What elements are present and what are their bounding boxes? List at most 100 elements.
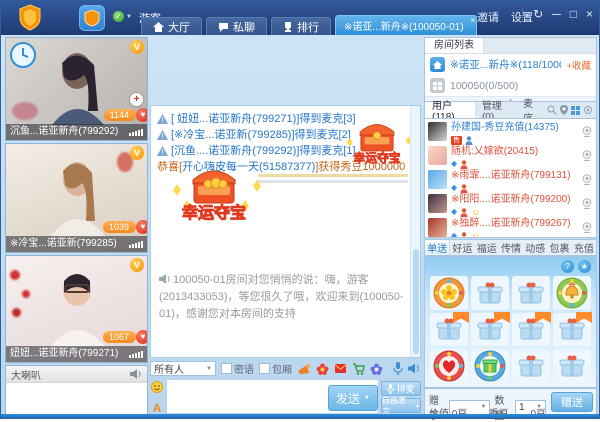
online-status[interactable]: ✓ ▼ (113, 11, 132, 22)
gift-item-box-discount[interactable] (553, 313, 591, 347)
heart-badge: ♥ (136, 220, 148, 234)
streamer-name-bar: ※冷宝...诺亚新(799285) (6, 236, 147, 252)
video-panel-1[interactable]: V + 1144 ♥ 沉鱼...诺亚新舟(799292) (5, 37, 148, 141)
flower-gift-icon[interactable] (316, 363, 329, 375)
video-panel-2[interactable]: V 1039 ♥ ※冷宝...诺亚新(799285) (5, 143, 148, 253)
camera-icon[interactable] (581, 126, 593, 137)
speaker-icon[interactable] (130, 369, 142, 379)
gift-footer: 赠予 ▼ 数量 1▼ 价值 0豆 秀豆 0豆 赠送 (424, 388, 597, 415)
gift-tab-motion[interactable]: 动感 (523, 240, 547, 255)
invite-button[interactable]: 邀请 (477, 9, 499, 25)
room-row-current[interactable]: ※诺亚...新舟※(118/1000) +收藏 (425, 54, 596, 75)
gift-item-bell-medal[interactable] (553, 276, 591, 310)
user-row[interactable]: ※雨霏....诺亚新舟(799131) ◆ (425, 167, 596, 191)
search-icon[interactable] (547, 105, 557, 115)
trophy-icon (283, 22, 293, 32)
user-row[interactable]: ※独醉....诺亚新舟(799267) ◆ ☺ (425, 215, 596, 238)
gift-tab-package[interactable]: 包裹 (547, 240, 571, 255)
settings-gear-icon[interactable] (583, 105, 593, 115)
decor-line (258, 180, 408, 183)
signal-bars-icon (129, 128, 143, 136)
user-row[interactable]: 孙建国-秀豆充值(14375) 售 (425, 119, 596, 143)
camera-icon[interactable] (581, 222, 593, 233)
gift-item-box-discount[interactable] (512, 313, 550, 347)
gift-send-button[interactable]: 赠送 (551, 392, 593, 412)
hot-tag-icon (453, 312, 469, 323)
scrollbar-thumb[interactable] (413, 249, 419, 354)
warning-icon: ! (157, 130, 168, 140)
svg-text:!: ! (161, 116, 163, 124)
emoji-icon[interactable] (151, 381, 163, 393)
microphone-icon[interactable] (393, 362, 403, 375)
camera-icon[interactable] (581, 174, 593, 185)
gift-item-box[interactable] (512, 349, 550, 383)
tab-lobby[interactable]: 大厅 (141, 17, 202, 35)
free-talk-button[interactable]: 自由发言▲ (381, 398, 421, 413)
camera-icon[interactable] (581, 198, 593, 209)
hot-tag-icon (494, 312, 510, 323)
maximize-button[interactable]: □ (570, 7, 577, 21)
room-list-tab[interactable]: 房间列表 (425, 38, 484, 53)
room-row-sub[interactable]: 100050(0/500) (425, 75, 596, 96)
gift-item-box-discount[interactable] (430, 313, 468, 347)
gift-tab-recharge[interactable]: 充值 (572, 240, 596, 255)
video-panel-3[interactable]: V 1067 ♥ 妞妞...诺亚新舟(799271) (5, 255, 148, 363)
gift-tab-fortune[interactable]: 福运 (475, 240, 499, 255)
vip-badge: V (130, 146, 144, 160)
status-online-icon: ✓ (113, 11, 124, 22)
red-envelope-icon[interactable] (334, 363, 347, 374)
minimize-button[interactable]: ─ (552, 7, 561, 21)
room-whisper-message: 100050-01房间对您悄悄的说：嗨，游客(2013433053)，等您很久了… (159, 272, 404, 323)
shopping-cart-icon[interactable] (352, 363, 365, 375)
user-list: 孙建国-秀豆充值(14375) 售 随机:乂嫁欲(20415) ◆ ※雨霏...… (424, 118, 597, 238)
gift-item-giftbox-medal[interactable] (471, 349, 509, 383)
gift-tab-luck[interactable]: 好运 (450, 240, 474, 255)
tab-private-chat[interactable]: 私聊 (206, 17, 267, 35)
tab-ranking[interactable]: 排行 (271, 17, 331, 35)
favorite-star-button[interactable]: ★ (578, 260, 591, 273)
pin-icon[interactable] (560, 105, 568, 115)
close-tab-icon[interactable]: × (470, 16, 475, 25)
decor-blob (12, 102, 38, 120)
blue-flower-gift-icon[interactable] (370, 363, 383, 375)
skin-refresh-icon[interactable]: ↻ (533, 7, 543, 21)
gift-item-box[interactable] (471, 276, 509, 310)
gift-item-flower-medal[interactable] (430, 276, 468, 310)
horn-gift-icon[interactable] (297, 363, 311, 375)
app-window: ✓ ▼ 游客 大厅 私聊 排行 ※诺亚...新舟※(100050-01) × (0, 0, 600, 419)
lucky-treasure-image: 幸运夺宝 (338, 108, 416, 177)
whisper-checkbox[interactable]: 密语 (221, 361, 254, 376)
home-icon (153, 22, 164, 32)
window-bottom-border (1, 414, 599, 418)
user-row[interactable]: 随机:乂嫁欲(20415) ◆ (425, 143, 596, 167)
font-icon[interactable]: A (153, 403, 162, 413)
sound-icon[interactable] (408, 363, 421, 374)
gift-item-box-discount[interactable] (471, 313, 509, 347)
tab-mic-order[interactable]: 麦序 (516, 102, 547, 118)
tab-managers[interactable]: 管理(0) (475, 102, 516, 118)
add-favorite-button[interactable]: +收藏 (566, 58, 591, 72)
user-list-tabs: 用户(118) 管理(0) 麦序 (424, 101, 597, 118)
user-row[interactable]: ※阳阳....诺亚新舟(799200) ◆ ☺ (425, 191, 596, 215)
gift-item-heart-medal[interactable] (430, 349, 468, 383)
tab-room-active[interactable]: ※诺亚...新舟※(100050-01) × (335, 15, 477, 35)
broadcast-title: 大喇叭 (11, 367, 41, 382)
gift-item-box[interactable] (512, 276, 550, 310)
chat-scrollbar[interactable] (410, 106, 420, 357)
viewer-count-badge: 1144 (104, 109, 136, 121)
gift-item-box[interactable] (553, 349, 591, 383)
booth-checkbox[interactable]: 包厢 (259, 361, 292, 376)
vip-badge: V (130, 40, 144, 54)
tab-users[interactable]: 用户(118) (425, 102, 475, 118)
target-select[interactable]: 所有人▼ (150, 361, 216, 376)
camera-icon[interactable] (581, 150, 593, 161)
gift-tab-single[interactable]: 单送 (425, 240, 450, 255)
gift-tab-romance[interactable]: 传情 (499, 240, 523, 255)
help-button[interactable]: ? (561, 260, 574, 273)
status-caret-icon: ▼ (126, 14, 132, 20)
send-button[interactable]: 发送▼ (328, 385, 378, 411)
chat-composer: 所有人▼ 密语 包厢 A 发送▼ (150, 360, 421, 415)
close-button[interactable]: × (586, 7, 593, 21)
chat-bubble-icon (218, 22, 229, 32)
view-grid-icon[interactable] (571, 106, 580, 115)
